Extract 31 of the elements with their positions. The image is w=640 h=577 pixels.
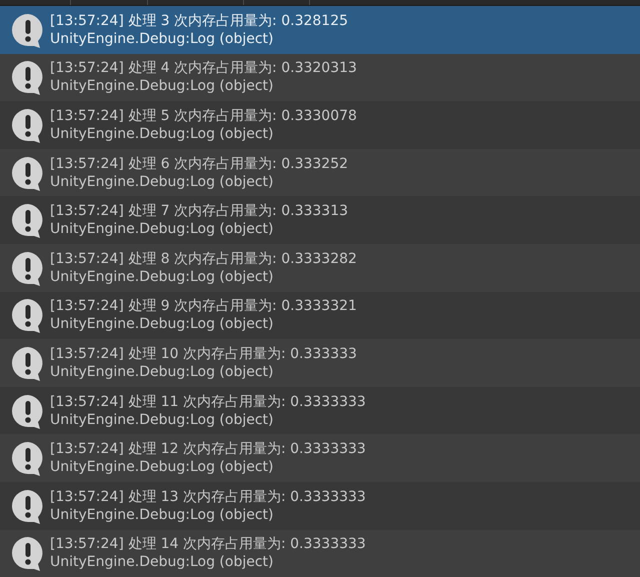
- log-entry[interactable]: [13:57:24] 处理 10 次内存占用量为: 0.333333 UnityEngine.Debug:Log (object): [0, 339, 640, 387]
- log-source: UnityEngine.Debug:Log (object): [50, 77, 274, 96]
- log-entry[interactable]: [13:57:24] 处理 12 次内存占用量为: 0.3333333 UnityEngine.Debug:Log (object): [0, 434, 640, 482]
- log-entry[interactable]: [13:57:24] 处理 3 次内存占用量为: 0.328125 UnityEngine.Debug:Log (object): [0, 6, 640, 54]
- log-message: [13:57:24] 处理 13 次内存占用量为: 0.3333333: [50, 488, 366, 506]
- log-message: [13:57:24] 处理 5 次内存占用量为: 0.3330078: [50, 106, 357, 125]
- log-source: UnityEngine.Debug:Log (object): [50, 172, 274, 191]
- log-message: [13:57:24] 处理 8 次内存占用量为: 0.3333282: [50, 250, 357, 268]
- log-message: [13:57:24] 处理 11 次内存占用量为: 0.3333333: [50, 392, 366, 411]
- log-entry[interactable]: [13:57:24] 处理 6 次内存占用量为: 0.333252 UnityEngine.Debug:Log (object): [0, 148, 640, 196]
- log-source: UnityEngine.Debug:Log (object): [50, 124, 274, 143]
- log-source: UnityEngine.Debug:Log (object): [50, 553, 274, 572]
- log-message: [13:57:24] 处理 7 次内存占用量为: 0.333313: [50, 202, 348, 220]
- log-source: UnityEngine.Debug:Log (object): [50, 506, 274, 524]
- log-source: UnityEngine.Debug:Log (object): [50, 268, 274, 286]
- log-message: [13:57:24] 处理 4 次内存占用量为: 0.3320313: [50, 59, 357, 78]
- log-entry[interactable]: [13:57:24] 处理 4 次内存占用量为: 0.3320313 UnityEngine.Debug:Log (object): [0, 54, 640, 102]
- log-message: [13:57:24] 处理 10 次内存占用量为: 0.333333: [50, 344, 357, 363]
- log-message: [13:57:24] 处理 3 次内存占用量为: 0.328125: [50, 12, 348, 30]
- log-message: [13:57:24] 处理 12 次内存占用量为: 0.3333333: [50, 440, 366, 458]
- log-source: UnityEngine.Debug:Log (object): [50, 362, 274, 381]
- log-source: UnityEngine.Debug:Log (object): [50, 410, 274, 429]
- log-message: [13:57:24] 处理 6 次内存占用量为: 0.333252: [50, 154, 348, 173]
- log-source: UnityEngine.Debug:Log (object): [50, 220, 274, 238]
- log-source: UnityEngine.Debug:Log (object): [50, 30, 274, 48]
- log-source: UnityEngine.Debug:Log (object): [50, 315, 274, 334]
- log-message: [13:57:24] 处理 14 次内存占用量为: 0.3333333: [50, 535, 366, 554]
- log-message: [13:57:24] 处理 9 次内存占用量为: 0.3333321: [50, 297, 357, 316]
- log-entry[interactable]: [13:57:24] 处理 8 次内存占用量为: 0.3333282 UnityEngine.Debug:Log (object): [0, 244, 640, 292]
- log-source: UnityEngine.Debug:Log (object): [50, 458, 274, 476]
- log-entry[interactable]: [13:57:24] 处理 14 次内存占用量为: 0.3333333 UnityEngine.Debug:Log (object): [0, 530, 640, 577]
